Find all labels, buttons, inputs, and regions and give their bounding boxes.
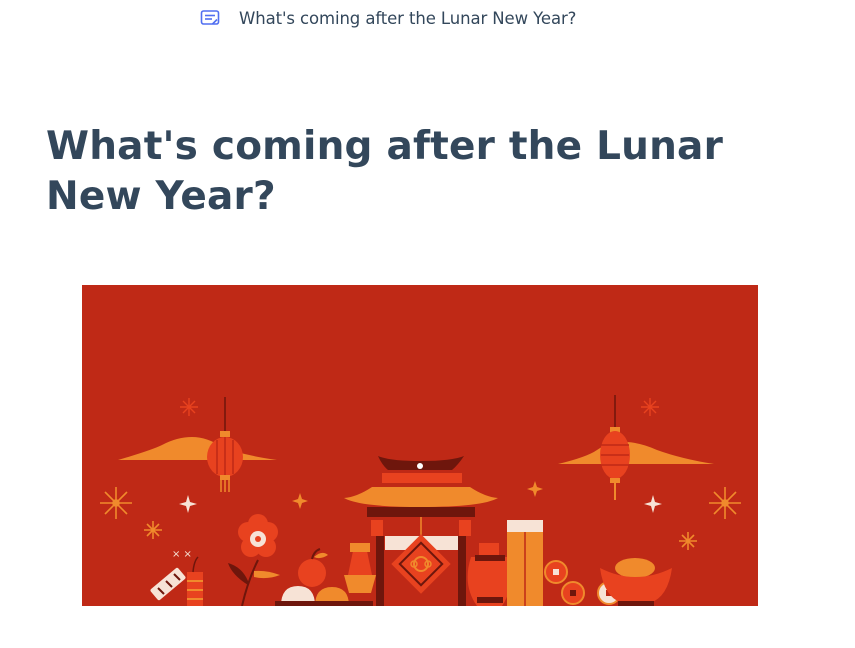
page-title: What's coming after the Lunar New Year?	[46, 124, 724, 219]
firecracker-icon: × ×	[150, 549, 203, 606]
breadcrumb-current-link[interactable]: What's coming after the Lunar New Year?	[239, 9, 576, 28]
lantern-left	[207, 397, 243, 492]
breadcrumb: What's coming after the Lunar New Year?	[200, 6, 576, 30]
plum-flower-icon	[228, 514, 280, 606]
post-icon	[200, 8, 220, 28]
svg-text:× ×: × ×	[172, 549, 192, 560]
vase-icon	[467, 543, 511, 606]
cloud-right	[558, 441, 714, 464]
lantern-right	[600, 395, 630, 500]
firework-icon	[180, 398, 659, 416]
hero-image: × ×	[82, 285, 758, 606]
red-envelope-icon	[507, 520, 543, 606]
fruit-bowl-icon	[275, 543, 376, 606]
cloud-left	[118, 437, 277, 460]
